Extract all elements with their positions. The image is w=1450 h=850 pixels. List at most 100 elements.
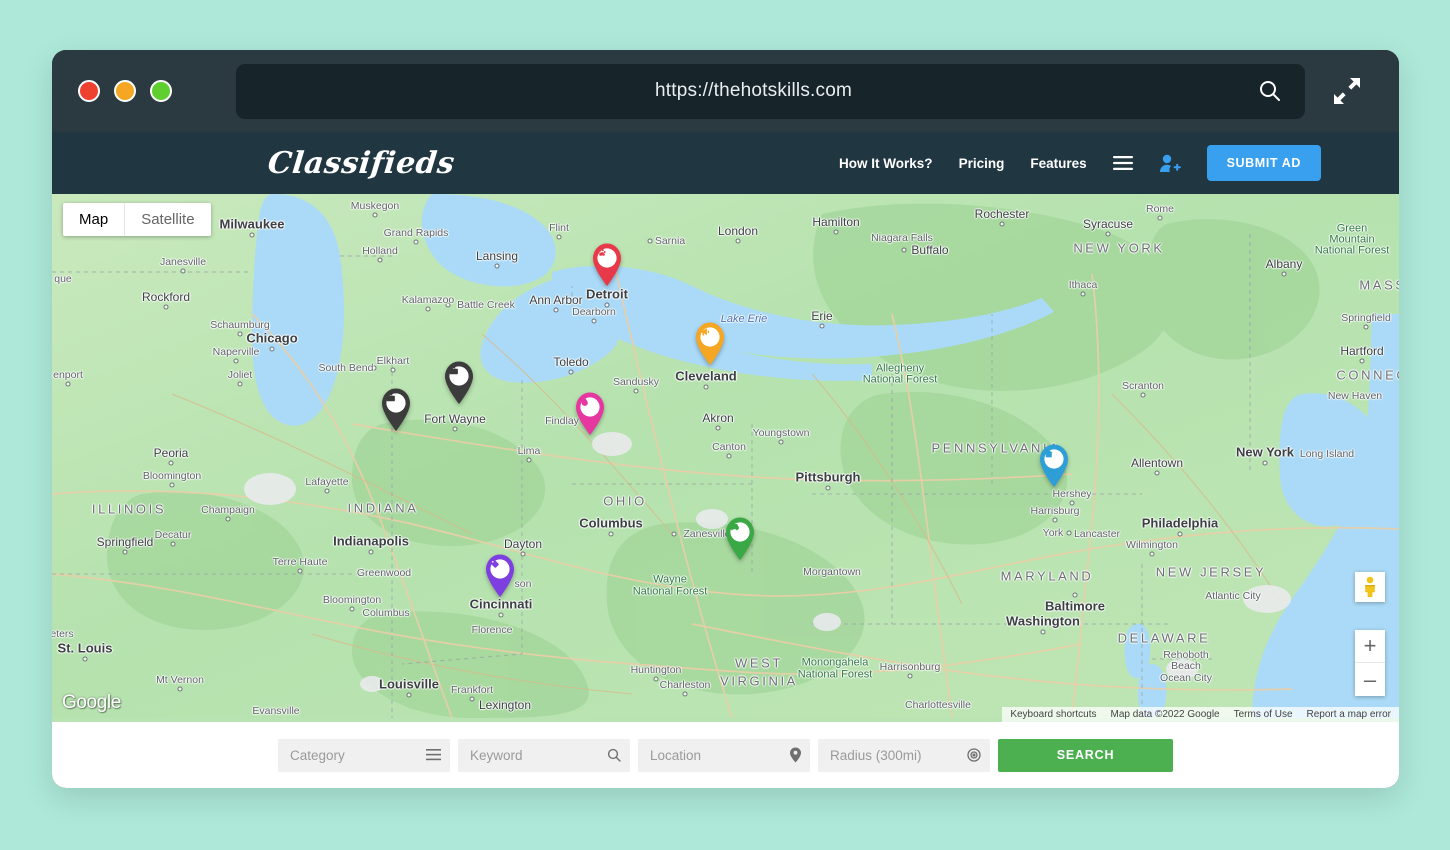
map-city-dot bbox=[237, 381, 243, 387]
map-city-dot bbox=[494, 263, 500, 269]
map-city-dot bbox=[82, 656, 88, 662]
map-city-dot bbox=[349, 606, 355, 612]
map-city-dot bbox=[715, 425, 721, 431]
map-city-dot bbox=[1157, 215, 1163, 221]
radius-input[interactable] bbox=[818, 738, 990, 772]
jobs-marker-1[interactable] bbox=[441, 359, 477, 410]
map-city-dot bbox=[324, 488, 330, 494]
map-city-dot bbox=[682, 691, 688, 697]
map-city-dot bbox=[833, 229, 839, 235]
map-city-dot bbox=[825, 485, 831, 491]
map-city-dot bbox=[647, 238, 653, 244]
nav-links: How It Works? Pricing Features SUBMIT AD bbox=[839, 145, 1371, 181]
expand-arrows-icon[interactable] bbox=[1317, 74, 1377, 108]
url-text: https://thehotskills.com bbox=[655, 80, 852, 101]
zoom-out-button[interactable]: – bbox=[1355, 663, 1385, 696]
map-city-dot bbox=[819, 323, 825, 329]
map-city-dot bbox=[177, 686, 183, 692]
terms-of-use-link[interactable]: Terms of Use bbox=[1234, 709, 1293, 720]
zoom-in-button[interactable]: + bbox=[1355, 630, 1385, 663]
map-city-dot bbox=[726, 453, 732, 459]
map-city-dot bbox=[1359, 358, 1365, 364]
map-city-dot bbox=[445, 302, 451, 308]
map-city-dot bbox=[604, 302, 610, 308]
add-user-icon[interactable] bbox=[1159, 153, 1181, 173]
location-input[interactable] bbox=[638, 738, 810, 772]
category-input[interactable] bbox=[278, 738, 450, 772]
map-attribution: Keyboard shortcuts Map data ©2022 Google… bbox=[1002, 707, 1399, 722]
beauty-marker[interactable] bbox=[572, 390, 608, 441]
map-city-dot bbox=[526, 457, 532, 463]
map-city-dot bbox=[520, 551, 526, 557]
keyboard-shortcuts-link[interactable]: Keyboard shortcuts bbox=[1010, 709, 1096, 720]
page-root: https://thehotskills.com Classifieds How… bbox=[0, 0, 1450, 850]
category-field[interactable] bbox=[278, 738, 450, 772]
browser-titlebar: https://thehotskills.com bbox=[52, 50, 1399, 132]
map-city-dot bbox=[608, 531, 614, 537]
map-city-dot bbox=[469, 696, 475, 702]
map-city-dot bbox=[999, 221, 1005, 227]
map-city-dot bbox=[653, 676, 659, 682]
map-city-dot bbox=[269, 346, 275, 352]
map-city-dot bbox=[170, 541, 176, 547]
map-city-dot bbox=[169, 482, 175, 488]
nav-features[interactable]: Features bbox=[1030, 156, 1086, 171]
map-city-dot bbox=[413, 239, 419, 245]
map-type-map[interactable]: Map bbox=[63, 203, 126, 236]
map-city-dot bbox=[556, 234, 562, 240]
maximize-window-button[interactable] bbox=[150, 80, 172, 102]
map-city-dot bbox=[163, 304, 169, 310]
nav-how-it-works[interactable]: How It Works? bbox=[839, 156, 933, 171]
map-city-dot bbox=[1149, 551, 1155, 557]
site-logo[interactable]: Classifieds bbox=[266, 146, 456, 181]
map-city-dot bbox=[180, 268, 186, 274]
map-city-dot bbox=[498, 612, 504, 618]
realestate-marker[interactable] bbox=[1036, 442, 1072, 493]
map-city-dot bbox=[553, 307, 559, 313]
browser-window: https://thehotskills.com Classifieds How… bbox=[52, 50, 1399, 788]
map-city-dot bbox=[249, 232, 255, 238]
deals-marker[interactable] bbox=[482, 552, 518, 603]
close-window-button[interactable] bbox=[78, 80, 100, 102]
map-canvas bbox=[52, 194, 1399, 718]
map-city-dot bbox=[1080, 291, 1086, 297]
map-city-dot bbox=[901, 247, 907, 253]
map-city-dot bbox=[1262, 460, 1268, 466]
keyword-input[interactable] bbox=[458, 738, 630, 772]
map-type-satellite[interactable]: Satellite bbox=[125, 203, 210, 236]
map-city-dot bbox=[377, 257, 383, 263]
map-city-dot bbox=[1105, 231, 1111, 237]
map-city-dot bbox=[1177, 531, 1183, 537]
search-filter-bar: SEARCH bbox=[52, 722, 1399, 788]
site-navbar: Classifieds How It Works? Pricing Featur… bbox=[52, 132, 1399, 194]
map-area[interactable]: Map Satellite Milwaukee Muskegon Grand Rap… bbox=[52, 194, 1399, 722]
map-data-credit: Map data ©2022 Google bbox=[1110, 709, 1220, 720]
map-city-dot bbox=[671, 531, 677, 537]
map-city-dot bbox=[390, 367, 396, 373]
radius-field[interactable] bbox=[818, 738, 990, 772]
jobs-marker-2[interactable] bbox=[378, 386, 414, 437]
map-type-toggle: Map Satellite bbox=[63, 203, 211, 236]
location-field[interactable] bbox=[638, 738, 810, 772]
map-city-dot bbox=[371, 365, 377, 371]
report-map-error-link[interactable]: Report a map error bbox=[1307, 709, 1391, 720]
street-view-pegman-icon[interactable] bbox=[1355, 572, 1385, 602]
window-traffic-lights bbox=[78, 80, 218, 102]
map-city-dot bbox=[452, 426, 458, 432]
map-city-dot bbox=[1040, 629, 1046, 635]
announce-marker[interactable] bbox=[692, 320, 728, 371]
map-city-dot bbox=[568, 369, 574, 375]
pets-marker[interactable] bbox=[589, 241, 625, 292]
minimize-window-button[interactable] bbox=[114, 80, 136, 102]
search-submit-button[interactable]: SEARCH bbox=[998, 738, 1173, 772]
submit-ad-button[interactable]: SUBMIT AD bbox=[1206, 145, 1321, 181]
url-bar[interactable]: https://thehotskills.com bbox=[236, 63, 1305, 119]
keyword-field[interactable] bbox=[458, 738, 630, 772]
map-zoom-controls: + – bbox=[1355, 630, 1385, 696]
map-city-dot bbox=[237, 331, 243, 337]
map-city-dot bbox=[1069, 500, 1075, 506]
search-icon[interactable] bbox=[1253, 78, 1287, 104]
vehicles-marker[interactable] bbox=[722, 515, 758, 566]
nav-pricing[interactable]: Pricing bbox=[959, 156, 1005, 171]
hamburger-menu-icon[interactable] bbox=[1112, 155, 1133, 171]
